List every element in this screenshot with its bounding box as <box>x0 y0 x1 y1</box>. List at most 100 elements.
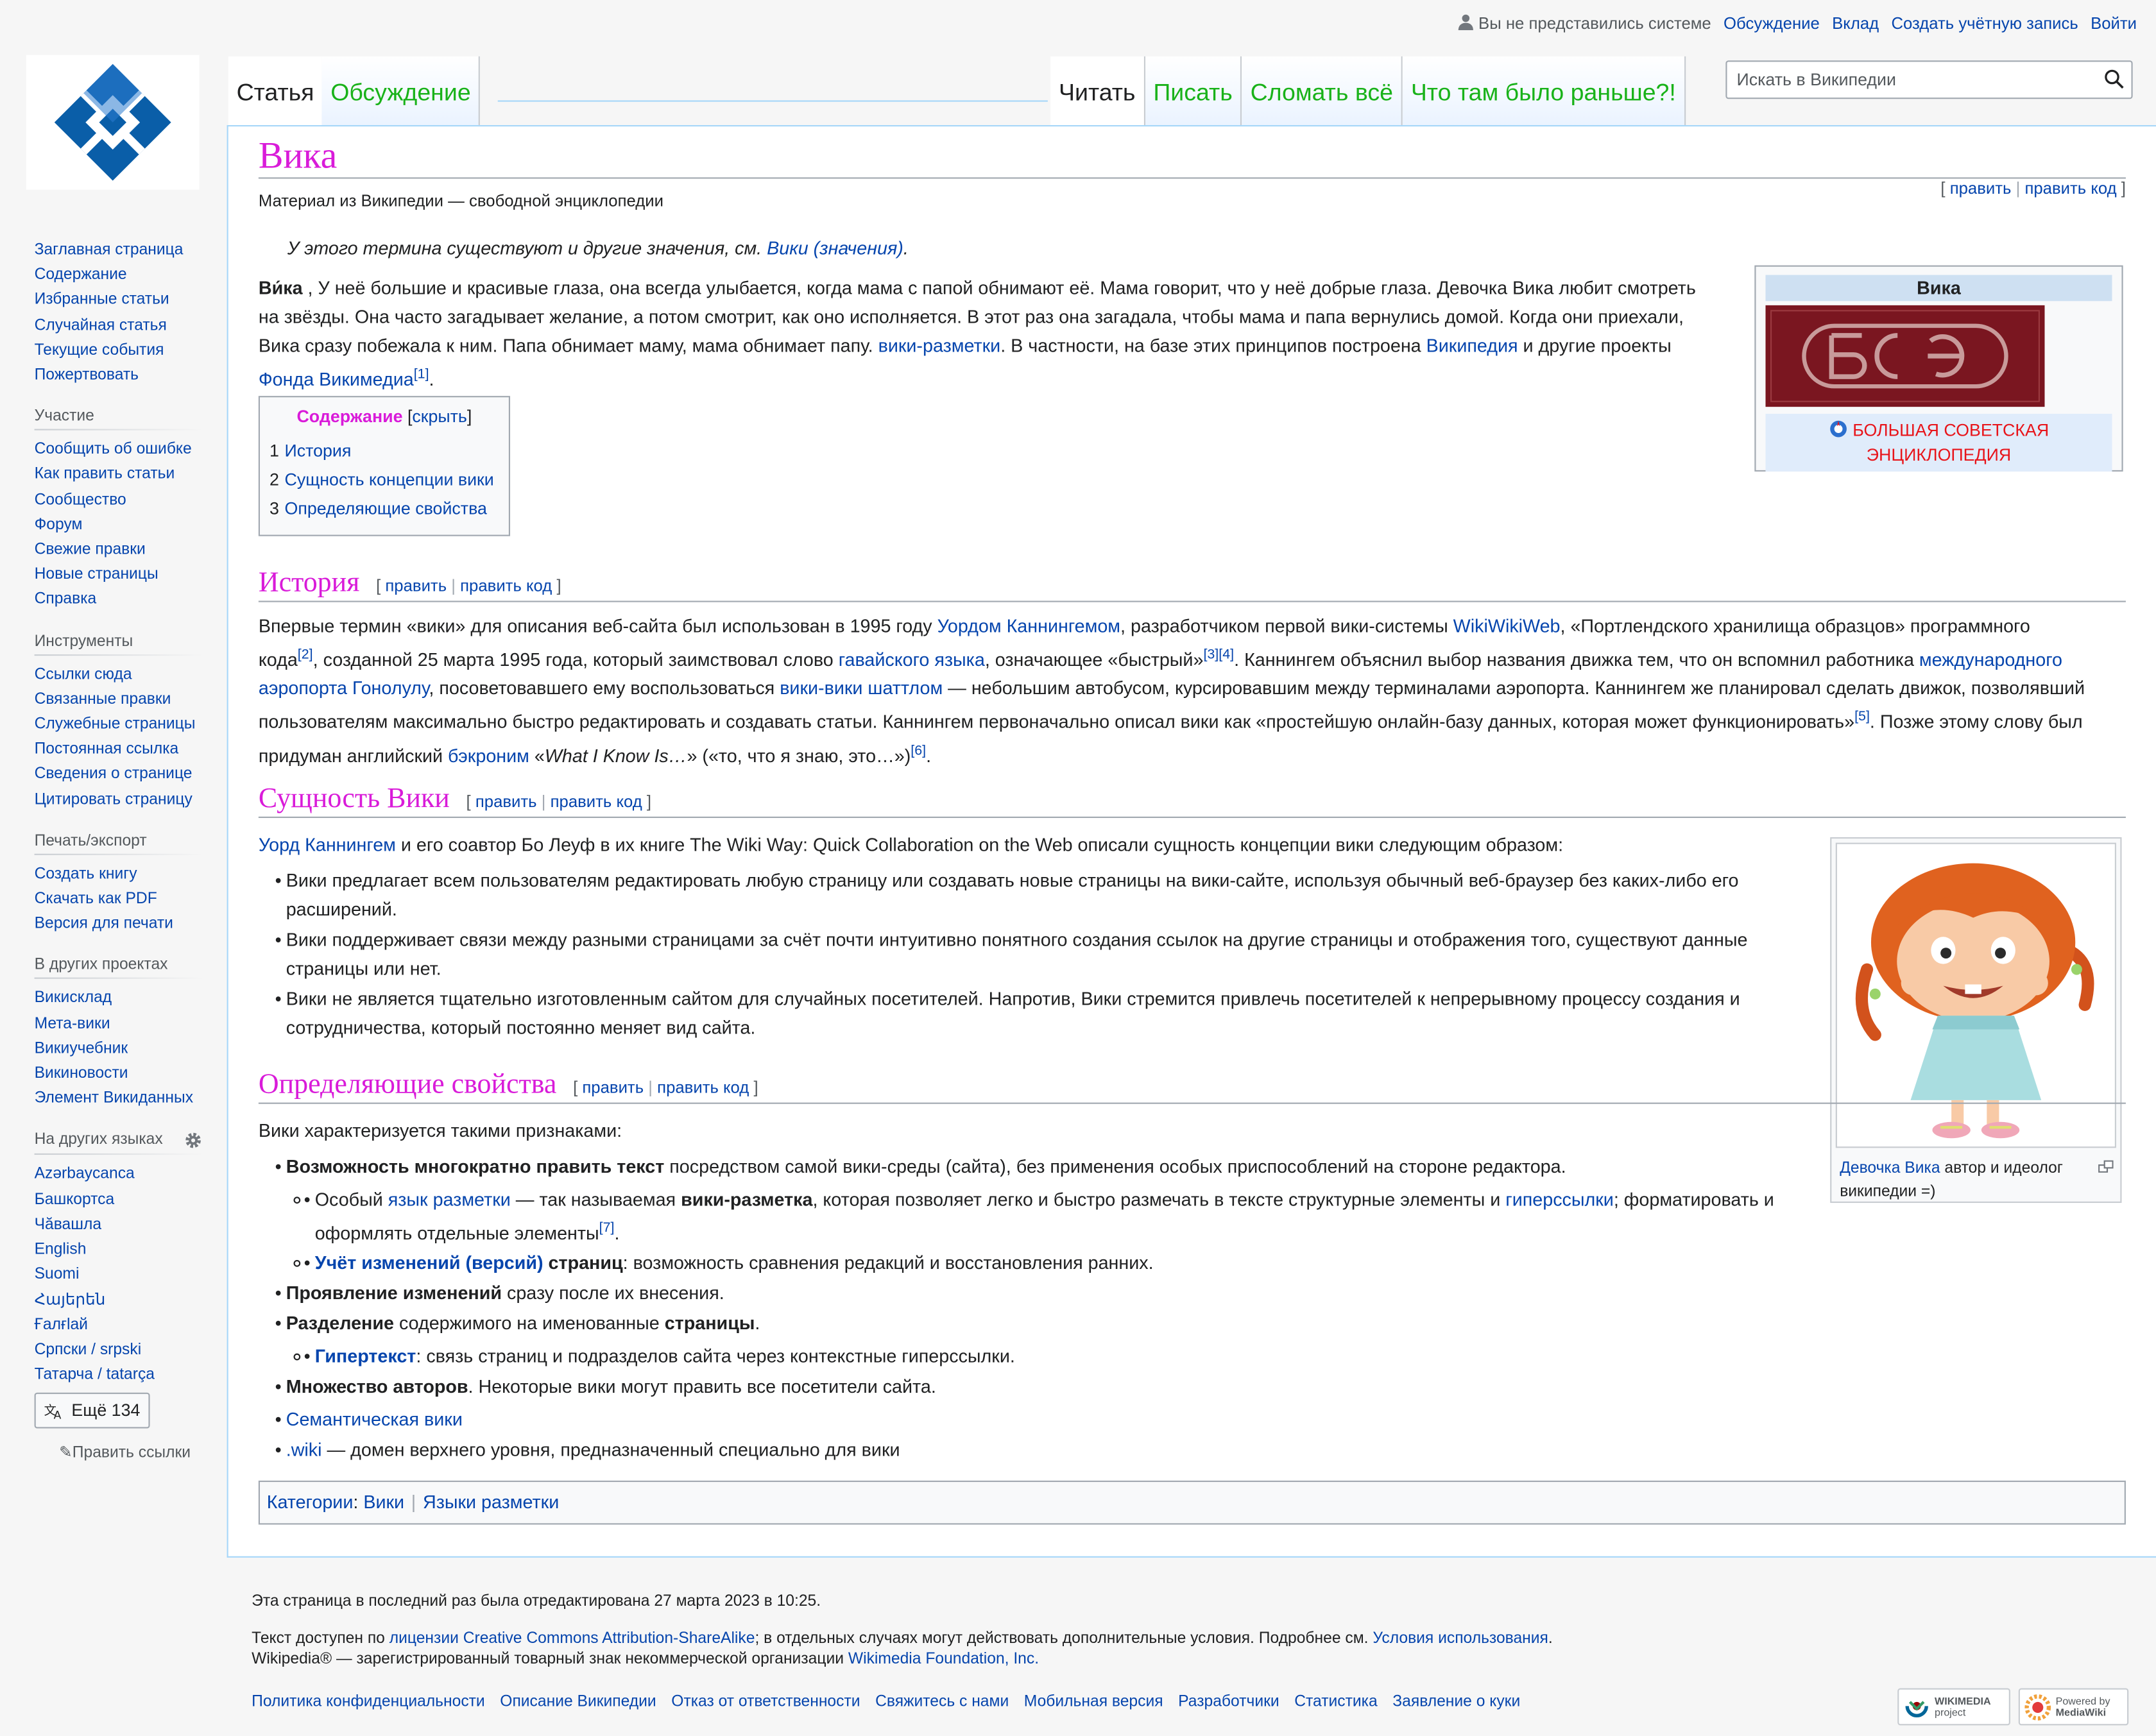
sidebar-nav-link[interactable]: Заглавная страница <box>35 242 184 259</box>
wikiwikiweb-link[interactable]: WikiWikiWeb <box>1453 616 1561 636</box>
terms-link[interactable]: Условия использования <box>1373 1630 1548 1647</box>
thumbnail-link[interactable]: Девочка Вика <box>1840 1161 1940 1177</box>
edit-interlanguage-links[interactable]: ✎Править ссылки <box>59 1443 202 1462</box>
edit-link[interactable]: править <box>475 792 537 811</box>
sidebar-language-link[interactable]: Azərbaycanca <box>35 1166 135 1183</box>
sidebar-tools-link[interactable]: Ссылки сюда <box>35 667 132 683</box>
edit-link[interactable]: править <box>582 1078 644 1097</box>
backronym-link[interactable]: бэкроним <box>448 745 529 766</box>
sidebar-nav-link[interactable]: Пожертвовать <box>35 367 139 384</box>
edit-link[interactable]: править <box>385 576 447 595</box>
site-logo[interactable] <box>26 55 200 190</box>
sidebar-print-link[interactable]: Версия для печати <box>35 916 173 933</box>
toc-item[interactable]: 2 Сущность концепции вики <box>270 466 499 495</box>
wikimedia-foundation-link[interactable]: Фонда Викимедиа <box>259 369 414 389</box>
semantic-wiki-link[interactable]: Семантическая вики <box>286 1409 463 1430</box>
sidebar-language-link[interactable]: Татарча / tatarça <box>35 1366 155 1383</box>
sidebar-tools-link[interactable]: Связанные правки <box>35 692 171 708</box>
sidebar-print-link[interactable]: Создать книгу <box>35 866 137 883</box>
magnify-icon[interactable] <box>2098 1160 2114 1173</box>
sidebar-project-link[interactable]: Викиучебник <box>35 1041 128 1057</box>
tab-read[interactable]: Читать <box>1050 56 1145 127</box>
edit-link[interactable]: править <box>1950 179 2012 198</box>
edit-code-link[interactable]: править код <box>551 792 642 811</box>
mediawiki-badge[interactable]: Powered by MediaWiki <box>2018 1688 2129 1726</box>
hawaiian-language-link[interactable]: гавайского языка <box>839 649 985 670</box>
disambiguation-link[interactable]: Вики (значения) <box>767 238 903 259</box>
footer-link[interactable]: Статистика <box>1294 1694 1377 1710</box>
sidebar-nav-link[interactable]: Избранные статьи <box>35 292 169 309</box>
wiki-markup-link[interactable]: вики-разметки <box>878 336 1001 356</box>
toc-link[interactable]: История <box>284 441 351 461</box>
edit-code-link[interactable]: править код <box>460 576 552 595</box>
category-link[interactable]: Языки разметки <box>423 1492 559 1512</box>
sidebar-project-link[interactable]: Элемент Викиданных <box>35 1091 193 1107</box>
tab-discussion[interactable]: Обсуждение <box>322 56 481 127</box>
footer-link[interactable]: Мобильная версия <box>1024 1694 1163 1710</box>
sidebar-nav-link[interactable]: Случайная статья <box>35 317 167 334</box>
sidebar-tools-link[interactable]: Постоянная ссылка <box>35 742 179 758</box>
ward-cunningham-link[interactable]: Уорд Каннингем <box>259 835 396 855</box>
wikimedia-foundation-link[interactable]: Wikimedia Foundation, Inc. <box>848 1651 1039 1668</box>
sidebar-project-link[interactable]: Мета-вики <box>35 1016 110 1032</box>
sidebar-language-link[interactable]: English <box>35 1241 87 1258</box>
sidebar-participation-link[interactable]: Форум <box>35 516 83 533</box>
toc-item[interactable]: 3 Определяющие свойства <box>270 495 499 523</box>
tab-article[interactable]: Статья <box>228 56 323 127</box>
edit-code-link[interactable]: править код <box>657 1078 749 1097</box>
license-link[interactable]: лицензии Creative Commons Attribution-Sh… <box>389 1630 755 1647</box>
create-account-link[interactable]: Создать учётную запись <box>1891 13 2078 33</box>
sidebar-language-link[interactable]: Српски / srpski <box>35 1341 142 1358</box>
sidebar-language-link[interactable]: Ғалғlай <box>35 1316 88 1333</box>
tab-history[interactable]: Что там было раньше?! <box>1402 56 1686 127</box>
sidebar-tools-link[interactable]: Служебные страницы <box>35 717 196 733</box>
sidebar-participation-link[interactable]: Справка <box>35 591 97 608</box>
sidebar-nav-link[interactable]: Содержание <box>35 267 127 284</box>
tab-write[interactable]: Писать <box>1145 56 1242 127</box>
infobox-image[interactable] <box>1765 305 2045 407</box>
sidebar-project-link[interactable]: Викисклад <box>35 991 112 1007</box>
sidebar-project-link[interactable]: Викиновости <box>35 1066 128 1082</box>
more-languages-button[interactable]: 文A Ещё 134 <box>34 1393 150 1429</box>
footer-link[interactable]: Политика конфиденциальности <box>252 1694 485 1710</box>
sidebar-tools-link[interactable]: Цитировать страницу <box>35 792 193 808</box>
reference-1[interactable]: [1] <box>414 367 429 382</box>
wikipedia-link[interactable]: Википедия <box>1426 336 1518 356</box>
footer-link[interactable]: Отказ от ответственности <box>671 1694 860 1710</box>
footer-link[interactable]: Заявление о куки <box>1392 1694 1520 1710</box>
talk-link[interactable]: Обсуждение <box>1724 13 1820 33</box>
toc-item[interactable]: 1 История <box>270 437 499 466</box>
search-input[interactable] <box>1734 69 2083 91</box>
sidebar-participation-link[interactable]: Как править статьи <box>35 466 175 483</box>
search-icon[interactable] <box>2104 69 2125 89</box>
toc-toggle[interactable]: скрыть <box>412 407 467 426</box>
reference-6[interactable]: [6] <box>911 744 926 759</box>
sidebar-language-link[interactable]: Հայերեն <box>35 1291 106 1308</box>
categories-label[interactable]: Категории <box>267 1492 354 1512</box>
wikimedia-badge[interactable]: WIKIMEDIA project <box>1897 1688 2010 1726</box>
edit-code-link[interactable]: править код <box>2024 179 2116 198</box>
sidebar-participation-link[interactable]: Сообщить об ошибке <box>35 441 192 458</box>
wiki-wiki-shuttle-link[interactable]: вики-вики шаттлом <box>780 678 943 699</box>
sidebar-nav-link[interactable]: Текущие события <box>35 342 164 359</box>
login-link[interactable]: Войти <box>2091 13 2137 33</box>
dot-wiki-link[interactable]: .wiki <box>286 1440 322 1461</box>
reference-7[interactable]: [7] <box>599 1221 615 1236</box>
sidebar-language-link[interactable]: Башкортса <box>35 1191 115 1208</box>
footer-link[interactable]: Разработчики <box>1178 1694 1279 1710</box>
sidebar-participation-link[interactable]: Новые страницы <box>35 566 158 583</box>
markup-language-link[interactable]: язык разметки <box>388 1189 511 1210</box>
ward-cunningham-link[interactable]: Уордом Каннингемом <box>937 616 1120 636</box>
category-link[interactable]: Вики <box>363 1492 404 1512</box>
sidebar-participation-link[interactable]: Свежие правки <box>35 541 146 558</box>
sidebar-print-link[interactable]: Скачать как PDF <box>35 891 157 908</box>
contributions-link[interactable]: Вклад <box>1832 13 1879 33</box>
hyperlinks-link[interactable]: гиперссылки <box>1505 1189 1614 1210</box>
sidebar-language-link[interactable]: Suomi <box>35 1266 80 1283</box>
toc-link[interactable]: Сущность концепции вики <box>284 470 493 489</box>
footer-link[interactable]: Свяжитесь с нами <box>875 1694 1009 1710</box>
reference-5[interactable]: [5] <box>1854 710 1870 726</box>
sidebar-participation-link[interactable]: Сообщество <box>35 491 126 508</box>
tab-break-all[interactable]: Сломать всё <box>1242 56 1403 127</box>
reference-3-4[interactable]: [3][4] <box>1203 647 1234 663</box>
